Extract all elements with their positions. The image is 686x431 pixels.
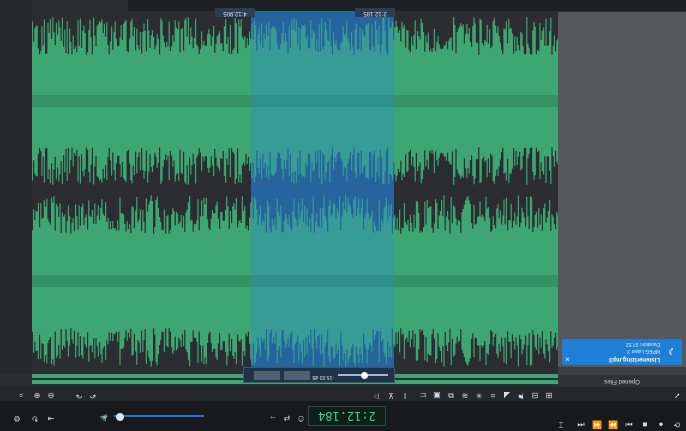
record-icon[interactable]: ●: [656, 419, 666, 429]
selection-option-button-1[interactable]: [284, 371, 310, 380]
selection-option-button-2[interactable]: [254, 371, 280, 380]
zoom-in-icon[interactable]: ⊕: [32, 390, 42, 400]
effects-icon[interactable]: ✳: [474, 390, 484, 400]
tool-row: ✓ ⊞ ⊟ ⚑ ◢ ⌗ ✳ ≋ ⧉ ▣ ⊏ Ⅰ ⊻ ⚐ ↶ ↷ ⊖ ⊕ ⌕: [0, 386, 686, 401]
loop-icon[interactable]: ⟳: [672, 419, 682, 429]
clock-icon[interactable]: ⏱: [296, 413, 306, 423]
marker-icon[interactable]: ⚑: [516, 390, 526, 400]
bottom-control-bar: ⟳ ● ■ ⏭ ⏩ ⏪ ⏮ ⌶ 2:12.184 ⏱ ⇄ → 🔈 ⇥ ↻ ⚙: [0, 400, 686, 431]
selection-end-label: 2:12.185: [355, 8, 395, 17]
fade-icon[interactable]: ◢: [502, 390, 512, 400]
skip-start-icon[interactable]: ⏮: [576, 419, 586, 429]
waveform-area[interactable]: [0, 0, 558, 387]
file-format: MPEG Layer 3: [627, 348, 660, 354]
flag-icon[interactable]: ⚐: [372, 390, 382, 400]
files-panel-header: Opened Files: [558, 375, 686, 387]
timecode-display: 2:12.184: [308, 406, 386, 426]
zoom-slider-track[interactable]: [114, 415, 204, 417]
fast-forward-icon[interactable]: ⏩: [608, 419, 618, 429]
file-duration: Duration: 07:52: [625, 341, 660, 347]
zoom-out-icon[interactable]: ⊖: [46, 390, 56, 400]
files-panel: Opened Files ♪ Listenerizing.mp3 MPEG La…: [558, 0, 686, 387]
loop-small-icon[interactable]: ↻: [30, 413, 40, 423]
selection-volume-popup[interactable]: -15.03 dB: [243, 367, 395, 383]
selection-volume-thumb[interactable]: [361, 372, 368, 379]
app-window: ⟳ ● ■ ⏭ ⏩ ⏪ ⏮ ⌶ 2:12.184 ⏱ ⇄ → 🔈 ⇥ ↻ ⚙ ✓…: [0, 0, 686, 431]
volume-icon[interactable]: 🔈: [98, 413, 108, 423]
search-icon[interactable]: ⌕: [16, 390, 26, 400]
time-ruler[interactable]: [128, 0, 686, 11]
sync-icon[interactable]: ⇄: [282, 413, 292, 423]
silence-icon[interactable]: ⊻: [386, 390, 396, 400]
music-note-icon: ♪: [667, 345, 675, 360]
text-icon[interactable]: Ⅰ: [400, 390, 410, 400]
waveform-canvas[interactable]: [32, 0, 558, 373]
opened-file-item[interactable]: ♪ Listenerizing.mp3 MPEG Layer 3 Duratio…: [562, 339, 682, 365]
redo-icon[interactable]: ↷: [74, 390, 84, 400]
cursor-icon[interactable]: ⌶: [556, 419, 566, 429]
close-icon[interactable]: ✕: [565, 355, 570, 362]
undo-icon[interactable]: ↶: [88, 390, 98, 400]
copy-icon[interactable]: ⧉: [446, 390, 456, 400]
check-icon[interactable]: ✓: [672, 390, 682, 400]
crop-icon[interactable]: ⌗: [488, 390, 498, 400]
normalize-icon[interactable]: ≋: [460, 390, 470, 400]
files-panel-toolbar: [558, 367, 686, 375]
arrow-right-icon[interactable]: →: [268, 413, 278, 423]
stop-icon[interactable]: ■: [640, 419, 650, 429]
skip-end-icon[interactable]: ⏭: [624, 419, 634, 429]
zoom-slider-thumb[interactable]: [116, 413, 124, 421]
settings-icon[interactable]: ⚙: [12, 413, 22, 423]
rewind-icon[interactable]: ⏪: [592, 419, 602, 429]
grid-icon[interactable]: ⊞: [544, 390, 554, 400]
playhead-icon[interactable]: ⇥: [46, 413, 56, 423]
paste-icon[interactable]: ▣: [432, 390, 442, 400]
selection-volume-value: -15.03 dB: [312, 374, 334, 380]
file-name: Listenerizing.mp3: [608, 356, 660, 362]
amplitude-ruler: [0, 0, 32, 373]
selection-tint: [251, 0, 394, 373]
split-icon[interactable]: ⊟: [530, 390, 540, 400]
selection-start-label: 4:12.905: [215, 8, 255, 17]
trim-icon[interactable]: ⊏: [418, 390, 428, 400]
